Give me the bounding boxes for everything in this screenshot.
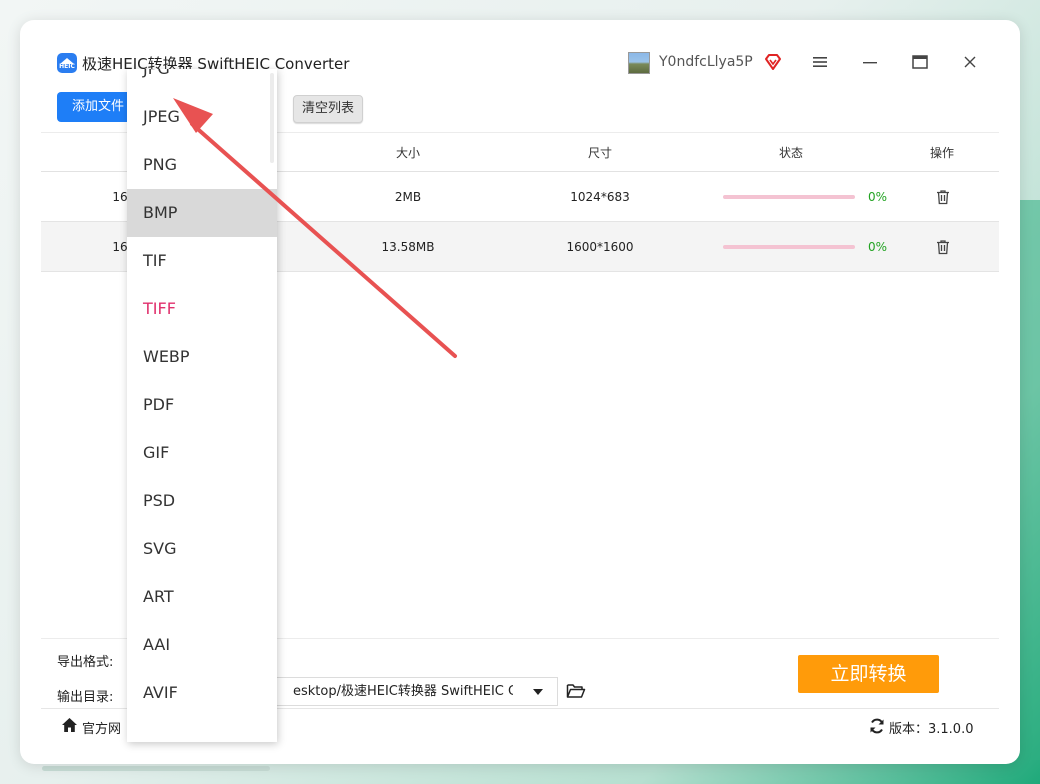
vip-diamond-icon[interactable] <box>764 53 782 71</box>
maximize-icon[interactable] <box>908 50 932 74</box>
output-dir-select[interactable]: esktop/极速HEIC转换器 SwiftHEIC Con <box>236 677 558 706</box>
file-dimensions: 1024*683 <box>570 190 630 204</box>
progress-bar <box>723 195 855 199</box>
col-dimensions-header: 尺寸 <box>587 146 613 160</box>
trash-icon[interactable] <box>935 189 951 205</box>
app-logo-icon: HEIC <box>57 53 77 73</box>
format-option-pdf[interactable]: PDF <box>127 381 277 429</box>
convert-now-button[interactable]: 立即转换 <box>798 655 939 693</box>
format-option-bmp[interactable]: BMP <box>127 189 277 237</box>
format-option-png[interactable]: PNG <box>127 141 277 189</box>
minimize-icon[interactable] <box>858 50 882 74</box>
official-site-link[interactable]: 官方网 <box>82 718 121 737</box>
format-option-art[interactable]: ART <box>127 573 277 621</box>
file-name: 16 <box>112 240 128 254</box>
refresh-icon[interactable] <box>869 718 885 734</box>
format-option-tiff[interactable]: TIFF <box>127 285 277 333</box>
format-option-webp[interactable]: WEBP <box>127 333 277 381</box>
format-option-gif[interactable]: GIF <box>127 429 277 477</box>
file-size: 2MB <box>394 190 422 204</box>
col-actions-header: 操作 <box>929 146 955 160</box>
close-icon[interactable] <box>958 50 982 74</box>
progress-text: 0% <box>868 190 888 204</box>
username[interactable]: Y0ndfcLlya5P <box>659 54 753 70</box>
avatar[interactable] <box>628 52 650 74</box>
format-option-svg[interactable]: SVG <box>127 525 277 573</box>
progress-bar <box>723 245 855 249</box>
trash-icon[interactable] <box>935 239 951 255</box>
format-label: 导出格式: <box>57 655 114 670</box>
output-dir-value: esktop/极速HEIC转换器 SwiftHEIC Con <box>293 684 513 699</box>
file-name: 16 <box>112 190 128 204</box>
format-option-jpeg[interactable]: JPEG <box>127 93 277 141</box>
dropdown-scrollbar[interactable] <box>270 73 274 163</box>
menu-icon[interactable] <box>808 50 832 74</box>
clear-list-button[interactable]: 清空列表 <box>293 95 363 123</box>
folder-open-icon[interactable] <box>566 683 586 699</box>
file-size: 13.58MB <box>381 240 435 254</box>
format-dropdown[interactable]: JPG JPEG PNG BMP TIF TIFF WEBP PDF GIF P… <box>127 69 277 742</box>
format-option-aai[interactable]: AAI <box>127 621 277 669</box>
col-size-header: 大小 <box>395 146 421 160</box>
background-scrollbar <box>42 766 270 771</box>
col-status-header: 状态 <box>778 146 804 160</box>
file-dimensions: 1600*1600 <box>566 240 634 254</box>
format-option-tif[interactable]: TIF <box>127 237 277 285</box>
format-option-avif[interactable]: AVIF <box>127 669 277 717</box>
output-dir-label: 输出目录: <box>57 690 114 705</box>
background-band <box>1020 200 1040 760</box>
chevron-down-icon[interactable] <box>533 689 543 695</box>
progress-text: 0% <box>868 240 888 254</box>
format-option-psd[interactable]: PSD <box>127 477 277 525</box>
format-option-jpg[interactable]: JPG <box>127 69 277 93</box>
version-label: 版本：3.1.0.0 <box>889 722 974 737</box>
home-icon[interactable] <box>61 717 78 733</box>
